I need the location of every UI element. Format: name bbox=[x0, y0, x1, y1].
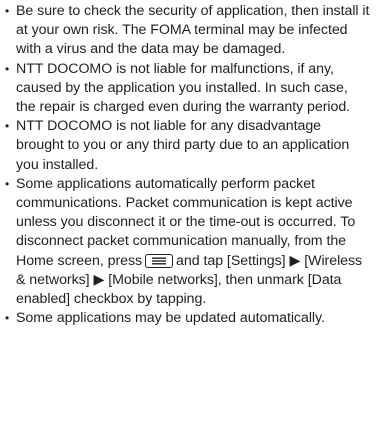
list-item: • NTT DOCOMO is not liable for malfuncti… bbox=[4, 60, 370, 118]
list-item-text: Be sure to check the security of applica… bbox=[16, 3, 370, 58]
list-item: • Some applications automatically perfor… bbox=[4, 175, 370, 309]
bullet-icon: • bbox=[5, 61, 10, 76]
list-item-text: NTT DOCOMO is not liable for any disadva… bbox=[16, 118, 350, 173]
bullet-icon: • bbox=[5, 119, 10, 134]
menu-key-icon bbox=[145, 253, 174, 268]
bullet-list: • Be sure to check the security of appli… bbox=[4, 2, 370, 328]
list-item-text: NTT DOCOMO is not liable for malfunction… bbox=[16, 60, 351, 116]
document-page: • Be sure to check the security of appli… bbox=[0, 0, 378, 427]
list-item-text: Some applications may be updated automat… bbox=[16, 310, 325, 327]
bullet-icon: • bbox=[5, 176, 10, 191]
list-item: • Be sure to check the security of appli… bbox=[4, 2, 370, 60]
bullet-icon: • bbox=[5, 4, 10, 18]
list-item: • Some applications may be updated autom… bbox=[4, 309, 370, 328]
list-item: • NTT DOCOMO is not liable for any disad… bbox=[4, 117, 370, 175]
bullet-icon: • bbox=[5, 311, 10, 326]
